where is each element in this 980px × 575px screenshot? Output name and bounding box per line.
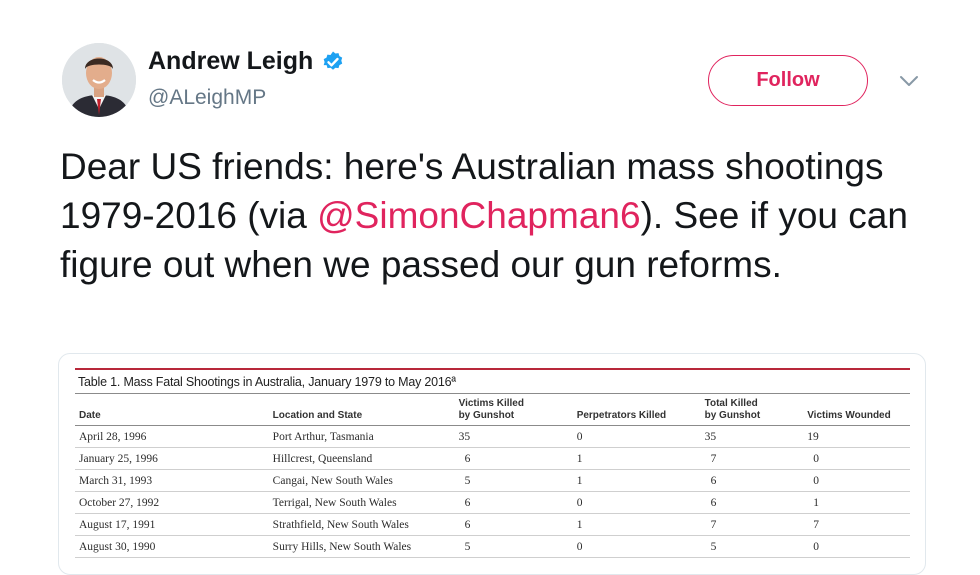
cell-date: October 27, 1992 [75,491,271,514]
cell-victims-killed: 6 [456,447,575,470]
cell-victims-killed: 6 [456,491,575,514]
cell-total-killed: 35 [702,425,806,448]
cell-victims-killed: 35 [456,425,575,448]
table-row: March 31, 1993 Cangai, New South Wales 5… [75,469,910,492]
avatar[interactable] [62,43,136,117]
cell-victims-wounded: 0 [805,447,910,470]
cell-perpetrators-killed: 0 [574,425,703,448]
cell-total-killed: 7 [702,447,806,470]
cell-victims-wounded: 0 [805,469,910,492]
header-date: Date [75,394,271,426]
header-total-killed: Total Killed by Gunshot [702,394,806,426]
cell-date: August 17, 1991 [75,513,271,536]
cell-location: Strathfield, New South Wales [270,513,457,536]
header-perpetrators-killed: Perpetrators Killed [574,394,703,426]
table-header-row: Date Location and State Victims Killed by… [75,394,910,426]
follow-button[interactable]: Follow [708,55,868,106]
cell-victims-killed: 6 [456,513,575,536]
cell-perpetrators-killed: 1 [574,513,703,536]
table-row: April 28, 1996 Port Arthur, Tasmania 35 … [75,425,910,448]
table-row: October 27, 1992 Terrigal, New South Wal… [75,491,910,514]
cell-perpetrators-killed: 1 [574,469,703,492]
header-victims-killed: Victims Killed by Gunshot [456,394,575,426]
shootings-table: Table 1. Mass Fatal Shootings in Austral… [75,368,910,558]
header-victims-wounded: Victims Wounded [805,394,910,426]
avatar-image [62,43,136,117]
header-location: Location and State [270,394,457,426]
table-row: August 30, 1990 Surry Hills, New South W… [75,535,910,558]
cell-date: March 31, 1993 [75,469,271,492]
tweet-text: Dear US friends: here's Australian mass … [60,142,940,289]
author-name[interactable]: Andrew Leigh [148,47,345,76]
verified-badge-icon [323,51,343,70]
cell-total-killed: 5 [702,535,806,558]
cell-victims-killed: 5 [456,535,575,558]
table-row: January 25, 1996 Hillcrest, Queensland 6… [75,447,910,470]
mention-link[interactable]: @SimonChapman6 [317,195,640,236]
data-table: Date Location and State Victims Killed by… [75,394,910,558]
cell-total-killed: 6 [702,491,806,514]
table-title: Table 1. Mass Fatal Shootings in Austral… [78,375,456,389]
cell-victims-wounded: 0 [805,535,910,558]
cell-perpetrators-killed: 1 [574,447,703,470]
cell-date: April 28, 1996 [75,425,271,448]
tweet-media-image[interactable]: Table 1. Mass Fatal Shootings in Austral… [58,353,926,575]
author-name-text: Andrew Leigh [148,47,314,75]
cell-location: Cangai, New South Wales [270,469,457,492]
cell-victims-wounded: 7 [805,513,910,536]
cell-location: Terrigal, New South Wales [270,491,457,514]
cell-location: Surry Hills, New South Wales [270,535,457,558]
table-row: August 17, 1991 Strathfield, New South W… [75,513,910,536]
cell-location: Port Arthur, Tasmania [270,425,457,448]
cell-date: August 30, 1990 [75,535,271,558]
author-handle[interactable]: @ALeighMP [148,86,266,110]
cell-perpetrators-killed: 0 [574,535,703,558]
chevron-down-icon[interactable] [898,72,920,90]
cell-perpetrators-killed: 0 [574,491,703,514]
cell-location: Hillcrest, Queensland [270,447,457,470]
cell-victims-wounded: 19 [805,425,910,448]
cell-victims-wounded: 1 [805,491,910,514]
cell-date: January 25, 1996 [75,447,271,470]
cell-total-killed: 6 [702,469,806,492]
cell-total-killed: 7 [702,513,806,536]
cell-victims-killed: 5 [456,469,575,492]
